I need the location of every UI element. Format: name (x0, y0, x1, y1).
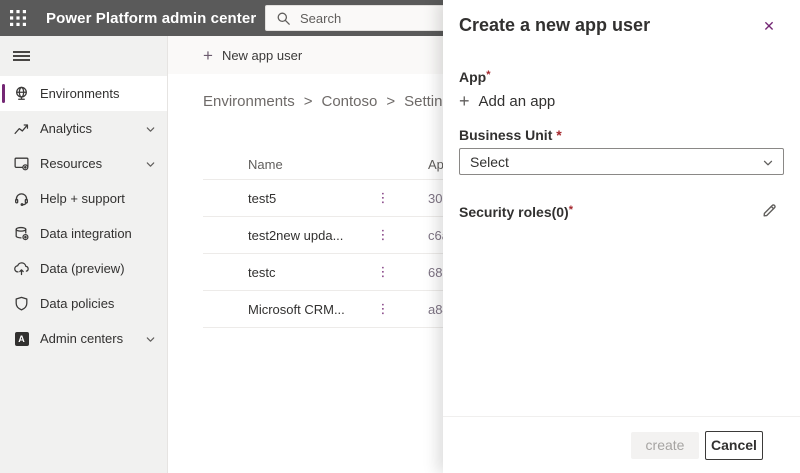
sidebar-item-label: Admin centers (40, 331, 123, 346)
security-roles-label: Security roles(0)* (459, 204, 761, 220)
database-icon (13, 225, 30, 242)
sidebar-item-label: Data integration (40, 226, 132, 241)
create-button[interactable]: create (631, 432, 699, 459)
row-overflow-menu-button[interactable]: ⋮ (368, 301, 398, 317)
hamburger-icon (13, 49, 30, 63)
headset-icon (13, 190, 30, 207)
sidebar-item-label: Data (preview) (40, 261, 125, 276)
breadcrumb-separator: > (386, 93, 395, 110)
select-value: Select (470, 154, 509, 170)
panel-title: Create a new app user (459, 15, 784, 36)
close-button[interactable]: ✕ (758, 15, 780, 37)
security-roles-row: Security roles(0)* (459, 204, 784, 222)
sidebar-item-data-preview[interactable]: Data (preview) (0, 251, 167, 286)
line-chart-icon (13, 120, 30, 137)
close-icon: ✕ (763, 18, 775, 35)
panel-header: Create a new app user ✕ (443, 0, 800, 36)
cell-name: Microsoft CRM... (203, 302, 368, 317)
breadcrumb-item-environments[interactable]: Environments (203, 93, 295, 110)
shield-icon (13, 295, 30, 312)
plus-icon: + (203, 47, 213, 64)
search-box (265, 5, 461, 31)
required-asterisk: * (556, 127, 561, 143)
overflow-menu-icon: ⋮ (377, 301, 390, 316)
new-app-user-label: New app user (222, 48, 302, 63)
sidebar-item-label: Analytics (40, 121, 92, 136)
new-app-user-button[interactable]: + New app user (203, 47, 302, 64)
pencil-icon (761, 202, 778, 219)
cell-name: test2new upda... (203, 228, 368, 243)
sidebar-item-data-policies[interactable]: Data policies (0, 286, 167, 321)
sidebar-item-admin-centers[interactable]: A Admin centers (0, 321, 167, 356)
sidebar-item-resources[interactable]: Resources (0, 146, 167, 181)
panel-footer: create Cancel (443, 416, 800, 473)
required-asterisk: * (569, 204, 573, 216)
app-field-label: App* (459, 69, 784, 85)
sidebar: Environments Analytics Resources (0, 36, 168, 473)
sidebar-item-environments[interactable]: Environments (0, 76, 167, 111)
row-overflow-menu-button[interactable]: ⋮ (368, 190, 398, 206)
row-overflow-menu-button[interactable]: ⋮ (368, 227, 398, 243)
sidebar-item-label: Help + support (40, 191, 125, 206)
cell-name: test5 (203, 191, 368, 206)
waffle-icon (10, 10, 26, 26)
business-unit-label: Business Unit * (459, 127, 784, 143)
cell-name: testc (203, 265, 368, 280)
add-app-label: Add an app (479, 93, 556, 110)
panel-body: App* + Add an app Business Unit * Select… (443, 36, 800, 416)
breadcrumb-separator: > (304, 93, 313, 110)
cancel-button[interactable]: Cancel (705, 431, 763, 460)
breadcrumb-item-contoso[interactable]: Contoso (321, 93, 377, 110)
overflow-menu-icon: ⋮ (377, 190, 390, 205)
overflow-menu-icon: ⋮ (377, 227, 390, 242)
plus-icon: + (459, 92, 470, 110)
sidebar-item-label: Data policies (40, 296, 114, 311)
search-icon (276, 11, 291, 26)
chevron-down-icon (145, 333, 156, 348)
resources-icon (13, 155, 30, 172)
app-title: Power Platform admin center (46, 10, 256, 27)
sidebar-item-label: Environments (40, 86, 119, 101)
add-app-button[interactable]: + Add an app (459, 92, 784, 110)
edit-security-roles-button[interactable] (761, 202, 778, 222)
cloud-upload-icon (13, 260, 30, 277)
business-unit-select[interactable]: Select (459, 148, 784, 175)
waffle-menu-button[interactable] (0, 0, 36, 36)
create-app-user-panel: Create a new app user ✕ App* + Add an ap… (443, 0, 800, 473)
globe-icon (13, 85, 30, 102)
sidebar-item-help-support[interactable]: Help + support (0, 181, 167, 216)
search-input[interactable] (266, 6, 460, 30)
admin-a-icon: A (13, 330, 30, 347)
chevron-down-icon (145, 158, 156, 173)
chevron-down-icon (762, 157, 774, 172)
overflow-menu-icon: ⋮ (377, 264, 390, 279)
row-overflow-menu-button[interactable]: ⋮ (368, 264, 398, 280)
column-header-name[interactable]: Name (203, 157, 368, 172)
sidebar-item-data-integration[interactable]: Data integration (0, 216, 167, 251)
collapse-nav-button[interactable] (0, 36, 167, 76)
chevron-down-icon (145, 123, 156, 138)
required-asterisk: * (486, 69, 490, 81)
sidebar-item-analytics[interactable]: Analytics (0, 111, 167, 146)
sidebar-item-label: Resources (40, 156, 102, 171)
